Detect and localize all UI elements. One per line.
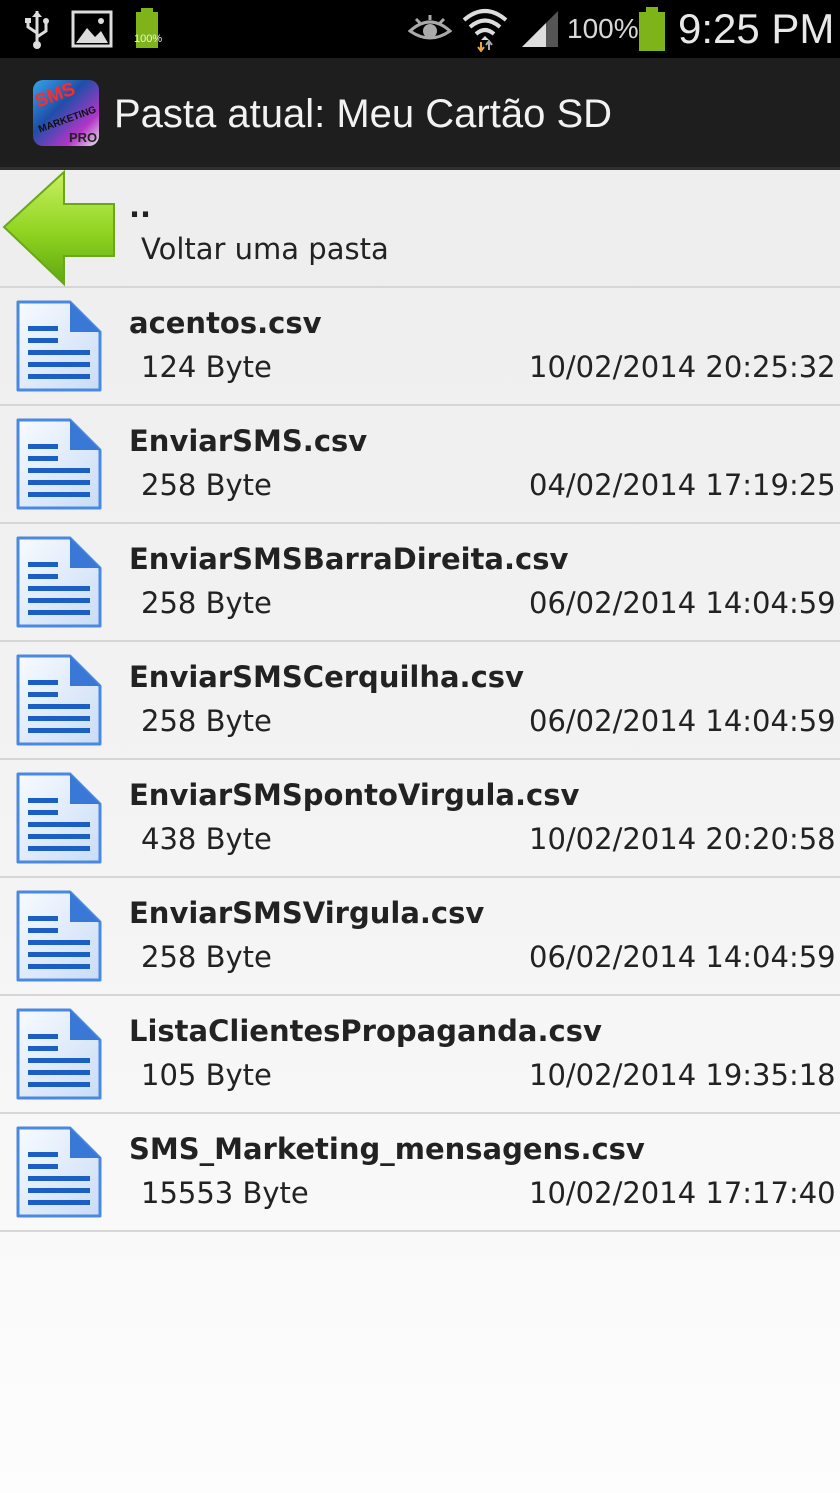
- file-date: 10/02/2014 20:20:58: [529, 822, 836, 856]
- file-name: EnviarSMSBarraDireita.csv: [129, 542, 569, 576]
- file-date: 10/02/2014 17:17:40: [529, 1176, 836, 1210]
- file-date: 06/02/2014 14:04:59: [529, 940, 836, 974]
- file-size: 258 Byte: [141, 468, 272, 502]
- file-name: EnviarSMSpontoVirgula.csv: [129, 778, 580, 812]
- usb-icon: [22, 0, 52, 58]
- parent-folder-row[interactable]: .. Voltar uma pasta: [0, 169, 840, 288]
- eye-icon: [408, 0, 452, 58]
- file-row[interactable]: acentos.csv 124 Byte 10/02/2014 20:25:32: [0, 288, 840, 406]
- battery-icon: [636, 0, 668, 58]
- file-name: acentos.csv: [129, 306, 322, 340]
- file-name: EnviarSMSVirgula.csv: [129, 896, 485, 930]
- document-icon: [14, 416, 104, 512]
- page-title: Pasta atual: Meu Cartão SD: [114, 91, 613, 136]
- file-date: 04/02/2014 17:19:25: [529, 468, 836, 502]
- file-row[interactable]: EnviarSMS.csv 258 Byte 04/02/2014 17:19:…: [0, 406, 840, 524]
- signal-icon: [520, 0, 562, 58]
- wifi-icon: [462, 0, 508, 58]
- clock: 9:25 PM: [678, 5, 835, 52]
- back-arrow-icon: [2, 169, 118, 288]
- document-icon: [14, 652, 104, 748]
- file-name: SMS_Marketing_mensagens.csv: [129, 1132, 645, 1166]
- file-size: 258 Byte: [141, 704, 272, 738]
- parent-folder-name: ..: [129, 190, 152, 224]
- document-icon: [14, 1006, 104, 1102]
- file-size: 124 Byte: [141, 350, 272, 384]
- file-date: 06/02/2014 14:04:59: [529, 704, 836, 738]
- file-size: 438 Byte: [141, 822, 272, 856]
- file-date: 06/02/2014 14:04:59: [529, 586, 836, 620]
- file-row[interactable]: ListaClientesPropaganda.csv 105 Byte 10/…: [0, 996, 840, 1114]
- file-name: EnviarSMSCerquilha.csv: [129, 660, 524, 694]
- battery-small-label: 100%: [134, 33, 163, 45]
- app-logo-text-3: PRO: [69, 130, 97, 145]
- file-list: .. Voltar uma pasta acentos.csv 124 Byte…: [0, 169, 840, 1232]
- document-icon: [14, 298, 104, 394]
- file-row[interactable]: EnviarSMSCerquilha.csv 258 Byte 06/02/20…: [0, 642, 840, 760]
- file-row[interactable]: EnviarSMSVirgula.csv 258 Byte 06/02/2014…: [0, 878, 840, 996]
- file-size: 258 Byte: [141, 940, 272, 974]
- file-row[interactable]: EnviarSMSpontoVirgula.csv 438 Byte 10/02…: [0, 760, 840, 878]
- file-size: 15553 Byte: [141, 1176, 309, 1210]
- app-logo-icon[interactable]: SMS MARKETING PRO: [33, 80, 99, 146]
- file-name: ListaClientesPropaganda.csv: [129, 1014, 602, 1048]
- document-icon: [14, 534, 104, 630]
- status-bar: 100% 100% 9:25 PM: [0, 0, 840, 58]
- file-row[interactable]: EnviarSMSBarraDireita.csv 258 Byte 06/02…: [0, 524, 840, 642]
- file-size: 258 Byte: [141, 586, 272, 620]
- parent-folder-label: Voltar uma pasta: [141, 232, 389, 266]
- file-date: 10/02/2014 19:35:18: [529, 1058, 836, 1092]
- file-name: EnviarSMS.csv: [129, 424, 368, 458]
- gallery-icon: [71, 0, 113, 58]
- document-icon: [14, 888, 104, 984]
- document-icon: [14, 1124, 104, 1220]
- battery-percent: 100%: [567, 13, 639, 44]
- document-icon: [14, 770, 104, 866]
- battery-small-icon: 100%: [132, 0, 166, 58]
- file-size: 105 Byte: [141, 1058, 272, 1092]
- file-date: 10/02/2014 20:25:32: [529, 350, 836, 384]
- file-row[interactable]: SMS_Marketing_mensagens.csv 15553 Byte 1…: [0, 1114, 840, 1232]
- app-logo-text-1: SMS: [33, 80, 78, 112]
